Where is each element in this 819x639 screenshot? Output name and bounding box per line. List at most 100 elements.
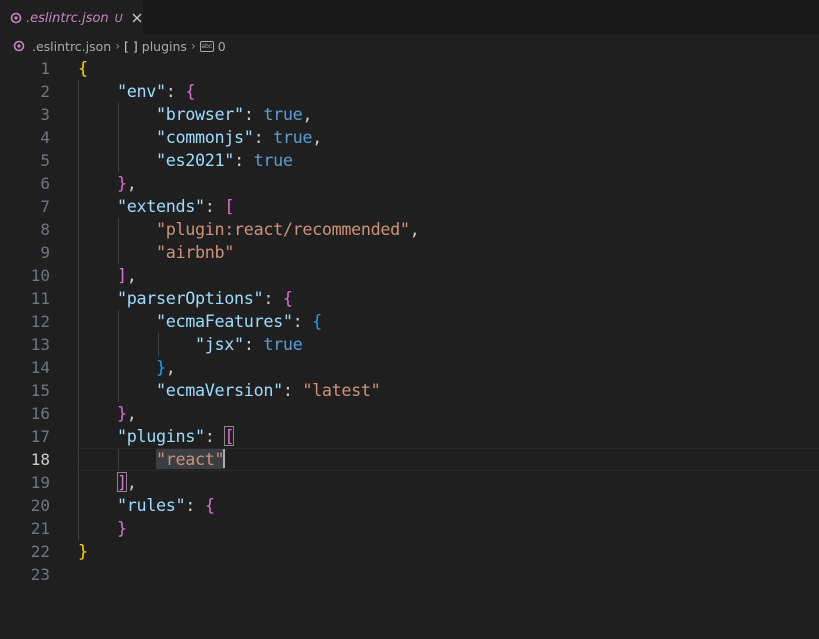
code-token: : bbox=[204, 426, 225, 446]
code-token: , bbox=[126, 173, 137, 193]
symbol-string-icon: abc bbox=[199, 40, 214, 52]
code-line[interactable]: 16 }, bbox=[0, 402, 819, 425]
code-token: , bbox=[126, 403, 137, 423]
line-number: 22 bbox=[30, 542, 50, 561]
code-token: : bbox=[243, 334, 264, 354]
code-token: : bbox=[243, 104, 264, 124]
line-number: 19 bbox=[30, 473, 50, 492]
code-token: } bbox=[117, 518, 127, 538]
code-line[interactable]: 5 "es2021": true bbox=[0, 149, 819, 172]
breadcrumb-file[interactable]: .eslintrc.json bbox=[32, 39, 111, 54]
code-token: } bbox=[78, 541, 88, 561]
code-text: "es2021": true bbox=[78, 149, 293, 172]
code-text: "jsx": true bbox=[78, 333, 303, 356]
code-text: "ecmaVersion": "latest" bbox=[78, 379, 381, 402]
code-line[interactable]: 18 "react" bbox=[0, 448, 819, 471]
code-token: "ecmaVersion" bbox=[156, 380, 283, 400]
code-token: , bbox=[312, 127, 322, 147]
code-line[interactable]: 13 "jsx": true bbox=[0, 333, 819, 356]
code-token: : bbox=[263, 288, 283, 308]
tab-eslintrc[interactable]: .eslintrc.json U bbox=[0, 0, 143, 35]
breadcrumb-item[interactable]: 0 bbox=[218, 39, 226, 54]
code-line[interactable]: 6 }, bbox=[0, 172, 819, 195]
indent-guide bbox=[78, 448, 79, 471]
code-line[interactable]: 2 "env": { bbox=[0, 80, 819, 103]
code-text: "browser": true, bbox=[78, 103, 312, 126]
gear-icon bbox=[12, 39, 26, 53]
code-text: "react" bbox=[78, 448, 226, 471]
line-number: 14 bbox=[30, 358, 50, 377]
code-token: : bbox=[234, 150, 254, 170]
untracked-status-badge: U bbox=[114, 11, 123, 25]
code-line[interactable]: 4 "commonjs": true, bbox=[0, 126, 819, 149]
code-line[interactable]: 9 "airbnb" bbox=[0, 241, 819, 264]
chevron-right-icon: › bbox=[115, 39, 121, 53]
code-editor[interactable]: 1{2 "env": {3 "browser": true, 4 "commonj… bbox=[0, 57, 819, 639]
close-icon[interactable] bbox=[131, 10, 143, 26]
line-number: 7 bbox=[40, 197, 50, 216]
code-line[interactable]: 12 "ecmaFeatures": { bbox=[0, 310, 819, 333]
code-token: "commonjs" bbox=[156, 127, 254, 147]
code-line[interactable]: 15 "ecmaVersion": "latest" bbox=[0, 379, 819, 402]
line-number: 2 bbox=[40, 82, 50, 101]
code-token: true bbox=[273, 127, 313, 147]
line-number: 3 bbox=[40, 105, 50, 124]
code-line[interactable]: 3 "browser": true, bbox=[0, 103, 819, 126]
array-icon: [ ] bbox=[124, 38, 138, 54]
code-token: : bbox=[282, 380, 303, 400]
line-number: 18 bbox=[30, 450, 50, 469]
tab-bar: .eslintrc.json U bbox=[0, 0, 819, 35]
code-text: "commonjs": true, bbox=[78, 126, 322, 149]
text-cursor bbox=[223, 449, 226, 468]
code-line[interactable]: 14 }, bbox=[0, 356, 819, 379]
code-token: "ecmaFeatures" bbox=[156, 311, 293, 331]
line-number: 4 bbox=[40, 128, 50, 147]
code-line[interactable]: 1{ bbox=[0, 57, 819, 80]
code-text: }, bbox=[78, 402, 137, 425]
code-line[interactable]: 19 ], bbox=[0, 471, 819, 494]
line-number: 13 bbox=[30, 335, 50, 354]
line-number: 23 bbox=[30, 565, 50, 584]
code-token: : bbox=[185, 495, 205, 515]
breadcrumb-symbol[interactable]: plugins bbox=[142, 39, 187, 54]
code-token: true bbox=[263, 334, 303, 354]
code-text: "ecmaFeatures": { bbox=[78, 310, 322, 333]
code-token: } bbox=[117, 403, 127, 423]
code-token: , bbox=[126, 472, 137, 492]
code-token: "plugins" bbox=[117, 426, 205, 446]
code-line[interactable]: 8 "plugin:react/recommended", bbox=[0, 218, 819, 241]
code-text: "rules": { bbox=[78, 494, 215, 517]
code-token: } bbox=[117, 173, 127, 193]
code-text: } bbox=[78, 517, 127, 540]
code-text: ], bbox=[78, 264, 137, 287]
code-line[interactable]: 7 "extends": [ bbox=[0, 195, 819, 218]
line-number: 10 bbox=[30, 266, 50, 285]
code-token: , bbox=[302, 104, 313, 124]
line-number: 20 bbox=[30, 496, 50, 515]
code-line[interactable]: 21 } bbox=[0, 517, 819, 540]
code-line[interactable]: 22} bbox=[0, 540, 819, 563]
code-token: , bbox=[409, 219, 420, 239]
code-line[interactable]: 17 "plugins": [ bbox=[0, 425, 819, 448]
line-number: 12 bbox=[30, 312, 50, 331]
code-line[interactable]: 23 bbox=[0, 563, 819, 586]
code-text: } bbox=[78, 540, 88, 563]
chevron-right-icon: › bbox=[190, 39, 196, 53]
code-token: { bbox=[78, 58, 88, 78]
code-text: "airbnb" bbox=[78, 241, 234, 264]
code-line[interactable]: 11 "parserOptions": { bbox=[0, 287, 819, 310]
code-token: "env" bbox=[117, 81, 166, 101]
code-token: , bbox=[165, 357, 176, 377]
code-line[interactable]: 10 ], bbox=[0, 264, 819, 287]
code-line[interactable]: 20 "rules": { bbox=[0, 494, 819, 517]
